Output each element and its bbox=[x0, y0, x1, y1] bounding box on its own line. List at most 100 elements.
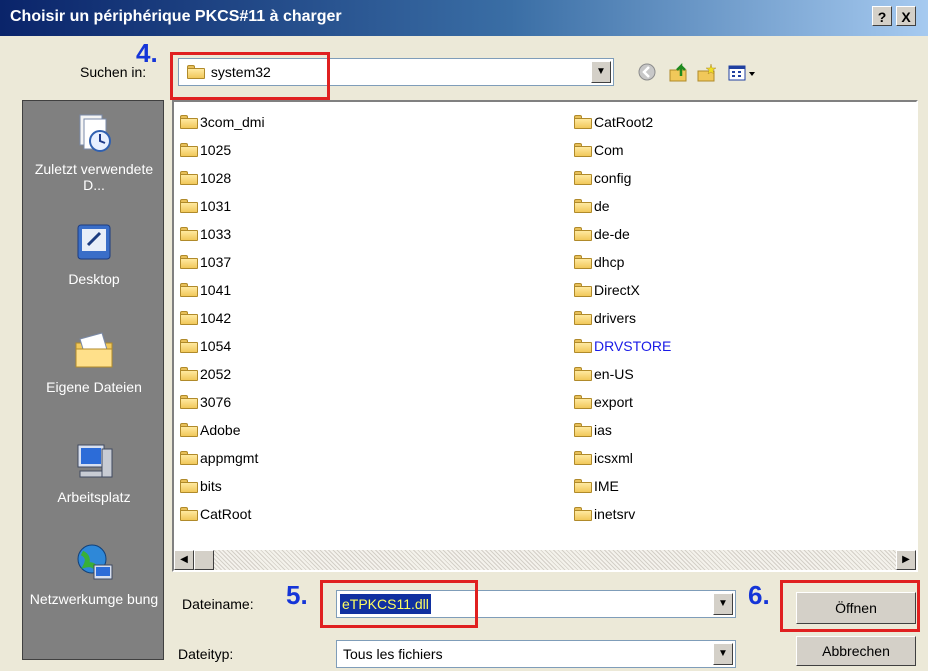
list-item-label: DirectX bbox=[594, 282, 640, 298]
list-item[interactable]: config bbox=[574, 168, 631, 188]
folder-icon bbox=[180, 227, 198, 241]
list-item-label: 1028 bbox=[200, 170, 232, 186]
place-network[interactable]: Netzwerkumge bung bbox=[23, 541, 165, 607]
recent-documents-icon bbox=[72, 111, 116, 155]
cancel-button[interactable]: Abbrechen bbox=[796, 636, 916, 666]
list-item-label: 3076 bbox=[200, 394, 232, 410]
folder-icon bbox=[180, 367, 198, 381]
list-item-label: 1037 bbox=[200, 254, 232, 270]
list-item-label: CatRoot bbox=[200, 506, 252, 522]
scroll-left-icon[interactable]: ◀ bbox=[174, 550, 194, 570]
list-item[interactable]: CatRoot bbox=[180, 504, 251, 524]
step-4-label: 4. bbox=[136, 38, 158, 68]
list-item-label: Adobe bbox=[200, 422, 241, 438]
list-item[interactable]: 3com_dmi bbox=[180, 112, 265, 132]
list-item[interactable]: DRVSTORE bbox=[574, 336, 671, 356]
list-item[interactable]: 1031 bbox=[180, 196, 231, 216]
place-my-documents[interactable]: Eigene Dateien bbox=[23, 329, 165, 395]
list-item-label: 1054 bbox=[200, 338, 232, 354]
list-item-label: bits bbox=[200, 478, 222, 494]
list-item[interactable]: dhcp bbox=[574, 252, 624, 272]
file-list[interactable]: 3com_dmi 1025 1028 1031 1033 1037 1041 1042 1054… bbox=[172, 100, 918, 572]
open-button[interactable]: Öffnen bbox=[796, 592, 916, 624]
folder-icon bbox=[574, 283, 592, 297]
folder-icon bbox=[574, 367, 592, 381]
list-item-label: de bbox=[594, 198, 610, 214]
list-item[interactable]: IME bbox=[574, 476, 619, 496]
list-item[interactable]: 1028 bbox=[180, 168, 231, 188]
folder-icon bbox=[180, 199, 198, 213]
list-item[interactable]: export bbox=[574, 392, 633, 412]
back-icon[interactable] bbox=[636, 62, 658, 84]
folder-icon bbox=[574, 143, 592, 157]
place-desktop-label: Desktop bbox=[68, 271, 120, 287]
chevron-down-icon[interactable]: ▼ bbox=[713, 593, 733, 615]
list-item[interactable]: de bbox=[574, 196, 610, 216]
folder-icon bbox=[180, 479, 198, 493]
folder-icon bbox=[574, 115, 592, 129]
new-folder-icon[interactable] bbox=[696, 62, 718, 84]
list-item[interactable]: inetsrv bbox=[574, 504, 635, 524]
list-item-label: ias bbox=[594, 422, 612, 438]
list-item[interactable]: CatRoot2 bbox=[574, 112, 653, 132]
up-folder-icon[interactable] bbox=[668, 62, 690, 84]
list-item-label: 2052 bbox=[200, 366, 232, 382]
filetype-label: Dateityp: bbox=[178, 646, 234, 662]
filename-label: Dateiname: bbox=[182, 596, 254, 612]
folder-icon bbox=[180, 283, 198, 297]
list-item[interactable]: de-de bbox=[574, 224, 630, 244]
folder-icon bbox=[574, 171, 592, 185]
folder-icon bbox=[574, 339, 592, 353]
list-item[interactable]: en-US bbox=[574, 364, 634, 384]
folder-icon bbox=[574, 199, 592, 213]
my-documents-icon bbox=[72, 329, 116, 373]
list-item[interactable]: bits bbox=[180, 476, 222, 496]
list-item[interactable]: 1033 bbox=[180, 224, 231, 244]
step-5-label: 5. bbox=[286, 580, 308, 610]
folder-icon bbox=[180, 423, 198, 437]
chevron-down-icon[interactable]: ▼ bbox=[713, 643, 733, 665]
place-my-computer[interactable]: Arbeitsplatz bbox=[23, 439, 165, 505]
list-item[interactable]: 1041 bbox=[180, 280, 231, 300]
list-item-label: appmgmt bbox=[200, 450, 259, 466]
filetype-select[interactable]: Tous les fichiers ▼ bbox=[336, 640, 736, 668]
list-item[interactable]: 1037 bbox=[180, 252, 231, 272]
list-item-label: dhcp bbox=[594, 254, 625, 270]
list-item[interactable]: Com bbox=[574, 140, 624, 160]
list-item[interactable]: icsxml bbox=[574, 448, 633, 468]
list-item[interactable]: DirectX bbox=[574, 280, 640, 300]
folder-icon bbox=[180, 143, 198, 157]
folder-icon bbox=[180, 171, 198, 185]
list-item-label: drivers bbox=[594, 310, 637, 326]
close-button[interactable]: X bbox=[896, 6, 916, 26]
folder-icon bbox=[180, 255, 198, 269]
place-desktop[interactable]: Desktop bbox=[23, 221, 165, 287]
list-item[interactable]: 1042 bbox=[180, 308, 231, 328]
list-item-label: Com bbox=[594, 142, 624, 158]
places-bar: Zuletzt verwendete D... Desktop Eigene D… bbox=[22, 100, 164, 660]
horizontal-scrollbar[interactable]: ◀ ▶ bbox=[174, 550, 916, 570]
folder-icon bbox=[180, 395, 198, 409]
list-item[interactable]: 3076 bbox=[180, 392, 231, 412]
list-item-label: en-US bbox=[594, 366, 634, 382]
list-item[interactable]: Adobe bbox=[180, 420, 240, 440]
list-item[interactable]: 2052 bbox=[180, 364, 231, 384]
folder-icon bbox=[574, 423, 592, 437]
place-my-documents-label: Eigene Dateien bbox=[46, 379, 142, 395]
place-my-computer-label: Arbeitsplatz bbox=[57, 489, 131, 505]
filetype-value: Tous les fichiers bbox=[343, 646, 443, 662]
place-recent[interactable]: Zuletzt verwendete D... bbox=[23, 111, 165, 193]
folder-icon bbox=[180, 115, 198, 129]
help-button[interactable]: ? bbox=[872, 6, 892, 26]
folder-icon bbox=[574, 479, 592, 493]
chevron-down-icon[interactable]: ▼ bbox=[591, 61, 611, 83]
list-item[interactable]: 1025 bbox=[180, 140, 231, 160]
list-item[interactable]: drivers bbox=[574, 308, 636, 328]
list-item[interactable]: 1054 bbox=[180, 336, 231, 356]
scroll-thumb[interactable] bbox=[194, 550, 214, 570]
list-item[interactable]: appmgmt bbox=[180, 448, 258, 468]
view-menu-icon[interactable] bbox=[726, 62, 760, 84]
list-item[interactable]: ias bbox=[574, 420, 612, 440]
folder-icon bbox=[574, 507, 592, 521]
scroll-right-icon[interactable]: ▶ bbox=[896, 550, 916, 570]
